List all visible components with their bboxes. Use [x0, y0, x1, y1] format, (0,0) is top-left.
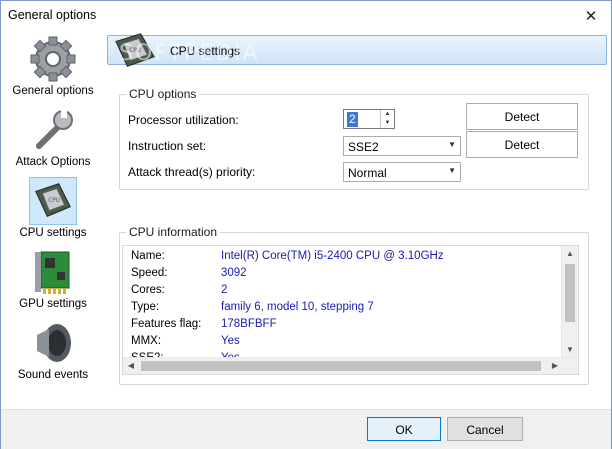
- title-bar: General options ✕: [1, 1, 611, 31]
- detect-instruction-set-button[interactable]: Detect: [466, 131, 578, 158]
- instruction-set-value: SSE2: [348, 140, 379, 154]
- sidebar-item-label: General options: [12, 85, 94, 97]
- svg-text:CPU: CPU: [48, 198, 60, 204]
- close-button[interactable]: ✕: [579, 5, 603, 27]
- speaker-icon: [29, 319, 77, 367]
- sidebar-item-label: CPU settings: [19, 227, 87, 239]
- scroll-thumb[interactable]: [141, 361, 541, 371]
- graphics-card-icon: [29, 248, 77, 296]
- sidebar-item-general-options[interactable]: General options: [5, 33, 101, 103]
- processor-utilization-value[interactable]: 2: [347, 112, 358, 127]
- wrench-icon: [29, 106, 77, 154]
- sidebar-item-attack-options[interactable]: Attack Options: [5, 104, 101, 174]
- sidebar-item-label: Sound events: [17, 369, 89, 381]
- sidebar-item-cpu-settings[interactable]: CPU CPU settings: [5, 175, 101, 245]
- scroll-thumb[interactable]: [565, 264, 575, 322]
- sidebar-item-label: Attack Options: [15, 156, 91, 168]
- sidebar-item-gpu-settings[interactable]: GPU settings: [5, 246, 101, 316]
- processor-utilization-stepper[interactable]: 2 ▲ ▼: [343, 109, 395, 129]
- instruction-set-label: Instruction set:: [128, 139, 207, 153]
- scroll-right-icon[interactable]: ▶: [547, 358, 563, 374]
- instruction-set-select[interactable]: SSE2 ▼: [343, 136, 461, 156]
- priority-value: Normal: [348, 166, 387, 180]
- group-label: CPU options: [126, 87, 200, 101]
- priority-label: Attack thread(s) priority:: [128, 165, 256, 179]
- close-icon: ✕: [584, 8, 598, 25]
- options-dialog: General options ✕ General options Attack…: [0, 0, 612, 449]
- spin-down-icon[interactable]: ▼: [381, 119, 394, 128]
- cpu-info-list[interactable]: Name: Intel(R) Core(TM) i5-2400 CPU @ 3.…: [122, 245, 579, 375]
- scroll-down-icon[interactable]: ▼: [562, 342, 578, 358]
- sidebar: General options Attack Options CPU CPU s…: [1, 31, 101, 409]
- chevron-down-icon: ▼: [448, 166, 456, 175]
- ok-button[interactable]: OK: [367, 417, 441, 441]
- cpu-chip-icon: CPU: [29, 177, 77, 225]
- group-label: CPU information: [126, 225, 221, 239]
- priority-select[interactable]: Normal ▼: [343, 162, 461, 182]
- chevron-down-icon: ▼: [448, 140, 456, 149]
- sidebar-item-label: GPU settings: [19, 298, 87, 310]
- detect-utilization-button[interactable]: Detect: [466, 103, 578, 130]
- sidebar-item-sound-events[interactable]: Sound events: [5, 317, 101, 387]
- spin-up-icon[interactable]: ▲: [381, 110, 394, 119]
- horizontal-scrollbar[interactable]: ◀ ▶: [123, 357, 578, 374]
- processor-utilization-label: Processor utilization:: [128, 113, 239, 127]
- window-title: General options: [8, 8, 97, 22]
- cancel-button[interactable]: Cancel: [447, 417, 523, 441]
- watermark: SOFTPEDIA: [119, 41, 260, 66]
- scroll-up-icon[interactable]: ▲: [562, 246, 578, 262]
- vertical-scrollbar[interactable]: ▲ ▼: [561, 246, 578, 358]
- gear-icon: [29, 35, 77, 83]
- scroll-left-icon[interactable]: ◀: [123, 358, 139, 374]
